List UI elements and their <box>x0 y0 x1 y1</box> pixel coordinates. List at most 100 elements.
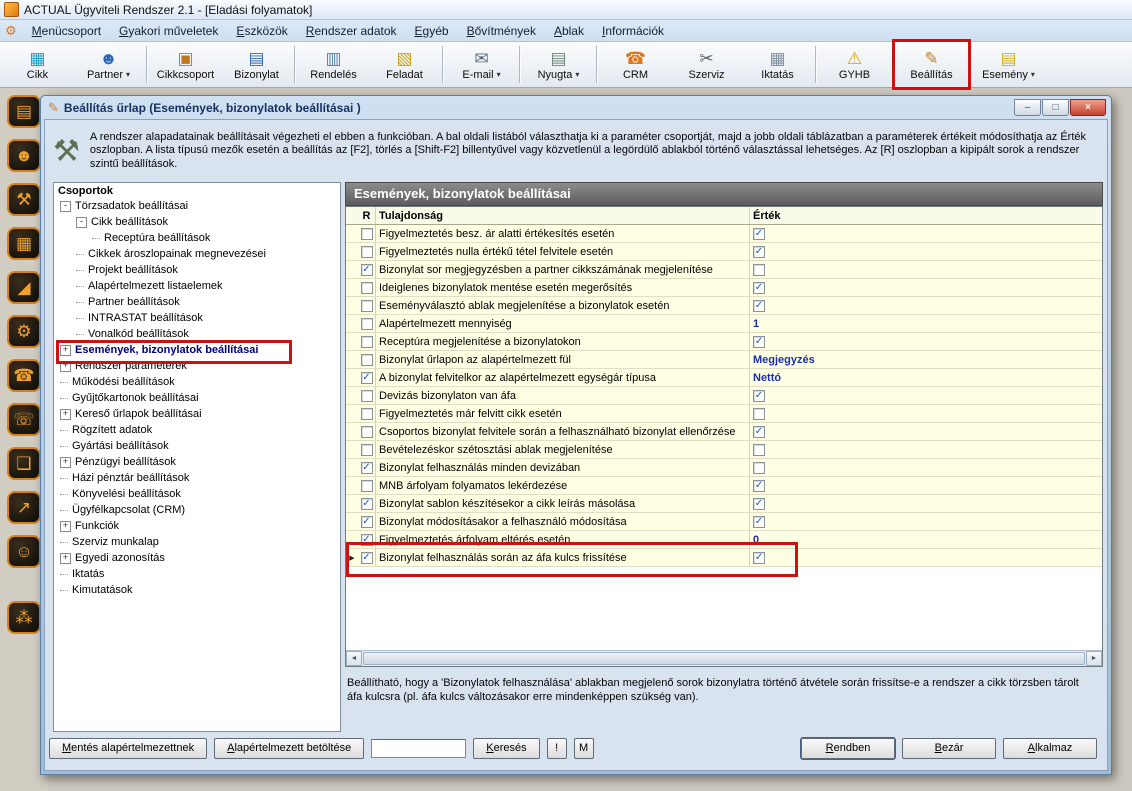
sidebar-button-contacts[interactable]: ☏ <box>7 403 41 436</box>
toolbar-button-rendeles[interactable]: ▥Rendelés <box>298 42 369 87</box>
table-row[interactable]: Devizás bizonylaton van áfa✓ <box>346 387 1102 405</box>
toolbar-button-beallitas[interactable]: ✎Beállítás <box>896 42 967 87</box>
chevron-down-icon[interactable]: ▾ <box>497 70 501 79</box>
table-row[interactable]: ✓Bizonylat sor megjegyzésben a partner c… <box>346 261 1102 279</box>
value-checkbox[interactable]: ✓ <box>753 336 765 348</box>
system-checkbox[interactable] <box>361 282 373 294</box>
scroll-right-icon[interactable]: ► <box>1086 651 1102 666</box>
system-checkbox[interactable]: ✓ <box>361 372 373 384</box>
system-checkbox[interactable] <box>361 318 373 330</box>
collapse-icon[interactable]: - <box>60 201 71 212</box>
table-row[interactable]: ✓Figyelmeztetés árfolyam eltérés esetén0 <box>346 531 1102 549</box>
tree-item[interactable]: Könyvelési beállítások <box>54 486 340 502</box>
maximize-button[interactable]: □ <box>1042 99 1069 116</box>
system-checkbox[interactable]: ✓ <box>361 498 373 510</box>
sidebar-button-cart[interactable]: ⚒ <box>7 183 41 216</box>
value-checkbox[interactable]: ✓ <box>753 516 765 528</box>
tree-item[interactable]: Receptúra beállítások <box>54 230 340 246</box>
tree-item[interactable]: -Törzsadatok beállításai <box>54 198 340 214</box>
value-checkbox[interactable]: ✓ <box>753 282 765 294</box>
system-checkbox[interactable] <box>361 228 373 240</box>
exclamation-button[interactable]: ! <box>547 738 567 759</box>
system-checkbox[interactable] <box>361 300 373 312</box>
toolbar-button-partner[interactable]: ☻Partner▾ <box>73 42 144 87</box>
menu-item[interactable]: Rendszer adatok <box>297 22 406 40</box>
system-checkbox[interactable] <box>361 354 373 366</box>
tree-item[interactable]: +Események, bizonylatok beállításai <box>54 342 340 358</box>
close-icon[interactable]: × <box>1070 99 1106 116</box>
menu-item[interactable]: Egyéb <box>406 22 458 40</box>
sidebar-button-transfer[interactable]: ↗ <box>7 491 41 524</box>
toolbar-button-iktatas[interactable]: ▦Iktatás <box>742 42 813 87</box>
toolbar-button-esemeny[interactable]: ▤Esemény▾ <box>973 42 1044 87</box>
tree-item[interactable]: INTRASTAT beállítások <box>54 310 340 326</box>
sidebar-button-chart[interactable]: ◢ <box>7 271 41 304</box>
system-checkbox[interactable]: ✓ <box>361 534 373 546</box>
system-checkbox[interactable]: ✓ <box>361 552 373 564</box>
system-checkbox[interactable] <box>361 426 373 438</box>
system-checkbox[interactable]: ✓ <box>361 264 373 276</box>
tree-item[interactable]: +Pénzügyi beállítások <box>54 454 340 470</box>
expand-icon[interactable]: + <box>60 345 71 356</box>
toolbar-button-feladat[interactable]: ▧Feladat <box>369 42 440 87</box>
toolbar-button-email[interactable]: ✉E-mail▾ <box>446 42 517 87</box>
value-checkbox[interactable]: ✓ <box>753 480 765 492</box>
toolbar-button-gyhb[interactable]: ⚠GYHB <box>819 42 890 87</box>
table-row[interactable]: Figyelmeztetés besz. ár alatti értékesít… <box>346 225 1102 243</box>
tree-item[interactable]: +Egyedi azonosítás <box>54 550 340 566</box>
system-checkbox[interactable] <box>361 390 373 402</box>
menu-item[interactable]: Bővítmények <box>458 22 545 40</box>
table-row[interactable]: Csoportos bizonylat felvitele során a fe… <box>346 423 1102 441</box>
value-checkbox[interactable] <box>753 462 765 474</box>
collapse-icon[interactable]: - <box>76 217 87 228</box>
tree-item[interactable]: Partner beállítások <box>54 294 340 310</box>
value-checkbox[interactable] <box>753 264 765 276</box>
value-checkbox[interactable]: ✓ <box>753 228 765 240</box>
toolbar-button-nyugta[interactable]: ▤Nyugta▾ <box>523 42 594 87</box>
value-checkbox[interactable]: ✓ <box>753 246 765 258</box>
sidebar-button-phone[interactable]: ☎ <box>7 359 41 392</box>
sidebar-button-partner[interactable]: ☻ <box>7 139 41 172</box>
scrollbar-thumb[interactable] <box>363 652 1085 665</box>
table-row[interactable]: ✓A bizonylat felvitelkor az alapértelmez… <box>346 369 1102 387</box>
save-default-button[interactable]: Mentés alapértelmezettnek <box>49 738 207 759</box>
value-checkbox[interactable]: ✓ <box>753 498 765 510</box>
toolbar-button-cikk[interactable]: ▦Cikk <box>2 42 73 87</box>
dialog-title-bar[interactable]: ✎ Beállítás űrlap (Események, bizonylato… <box>44 96 1108 119</box>
menu-item[interactable]: Ablak <box>545 22 593 40</box>
menu-item[interactable]: Információk <box>593 22 673 40</box>
table-row[interactable]: ✓Bizonylat módosításakor a felhasználó m… <box>346 513 1102 531</box>
toolbar-button-crm[interactable]: ☎CRM <box>600 42 671 87</box>
tree-item[interactable]: -Cikk beállítások <box>54 214 340 230</box>
expand-icon[interactable]: + <box>60 553 71 564</box>
table-row[interactable]: ✓Bizonylat sablon készítésekor a cikk le… <box>346 495 1102 513</box>
expand-icon[interactable]: + <box>60 521 71 532</box>
tree-item[interactable]: Cikkek ároszlopainak megnevezései <box>54 246 340 262</box>
value-checkbox[interactable]: ✓ <box>753 552 765 564</box>
sidebar-button-settings[interactable]: ⚙ <box>7 315 41 348</box>
tree-item[interactable]: +Funkciók <box>54 518 340 534</box>
horizontal-scrollbar[interactable]: ◄ ► <box>346 650 1102 666</box>
ok-button[interactable]: Rendben <box>801 738 895 759</box>
sidebar-button-documents[interactable]: ❑ <box>7 447 41 480</box>
search-input[interactable] <box>371 739 466 758</box>
tree-item[interactable]: Gyűjtőkartonok beállításai <box>54 390 340 406</box>
tree-item[interactable]: Működési beállítások <box>54 374 340 390</box>
tree-item[interactable]: +Rendszer paraméterek <box>54 358 340 374</box>
value-checkbox[interactable]: ✓ <box>753 426 765 438</box>
menu-item[interactable]: Eszközök <box>227 22 296 40</box>
m-button[interactable]: M <box>574 738 594 759</box>
expand-icon[interactable]: + <box>60 361 71 372</box>
sidebar-button-modules[interactable]: ▦ <box>7 227 41 260</box>
tree-item[interactable]: +Kereső űrlapok beállításai <box>54 406 340 422</box>
table-row[interactable]: ▶✓Bizonylat felhasználás során az áfa ku… <box>346 549 1102 567</box>
tree-item[interactable]: Alapértelmezett listaelemek <box>54 278 340 294</box>
table-row[interactable]: Receptúra megjelenítése a bizonylatokon✓ <box>346 333 1102 351</box>
value-checkbox[interactable] <box>753 444 765 456</box>
table-row[interactable]: Eseményválasztó ablak megjelenítése a bi… <box>346 297 1102 315</box>
tree-item[interactable]: Projekt beállítások <box>54 262 340 278</box>
minimize-button[interactable]: – <box>1014 99 1041 116</box>
system-checkbox[interactable] <box>361 480 373 492</box>
system-checkbox[interactable] <box>361 444 373 456</box>
toolbar-button-szerviz[interactable]: ✂Szerviz <box>671 42 742 87</box>
